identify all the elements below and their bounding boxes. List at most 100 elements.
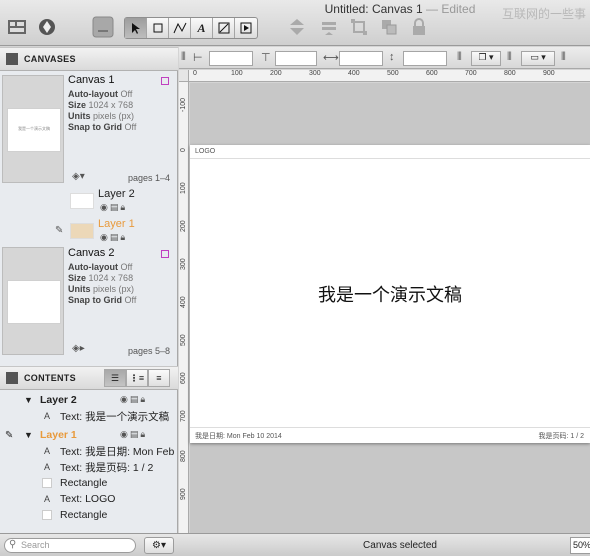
canvas-2-pin-icon[interactable] — [161, 250, 169, 258]
logo-text[interactable]: LOGO — [195, 148, 215, 155]
layer-1-visible-icon[interactable]: ◉ — [100, 232, 110, 242]
contents-header[interactable]: CONTENTS ☰ ⋮≡ ≡ — [0, 366, 178, 390]
layer-1-lock-icon[interactable]: 🔒︎ — [120, 232, 127, 242]
inspectors-icon[interactable] — [6, 16, 28, 38]
canvas-2-pages: pages 5–8 — [128, 346, 171, 356]
canvas-area[interactable]: LOGO 我是一个演示文稿 我是日期: Mon Feb 10 2014 我是页码… — [190, 83, 590, 533]
grip-icon: ⦀ — [457, 51, 462, 63]
list-item[interactable]: Rectangle — [0, 475, 178, 491]
layer-2-visible-icon[interactable]: ◉ — [100, 202, 110, 212]
disclosure-triangle-icon[interactable]: ▼ — [24, 395, 33, 405]
text-object-icon: A — [44, 462, 51, 472]
line-tool-icon[interactable] — [169, 18, 191, 38]
geometry-bar: ⦀ ⊢ ⊤ ⟷ ↕ ⦀ ❐ ▾ ⦀ ▭ ▾ ⦀ — [179, 47, 590, 69]
lock-object-icon[interactable] — [408, 16, 430, 38]
contents-layer-1-row[interactable]: ✎ ▼ Layer 1 ◉▤🔒︎ — [0, 427, 178, 443]
canvas-2-name[interactable]: Canvas 2 — [68, 247, 114, 259]
presentation-title[interactable]: 我是一个演示文稿 — [190, 281, 590, 307]
search-icon: ⚲ — [9, 539, 17, 550]
layers-expand-icon[interactable]: ◈▸ — [72, 343, 85, 354]
canvas-1-prop-size: Size 1024 x 768 — [68, 100, 134, 110]
list-item[interactable]: A Text: 我是页码: 1 / 2 — [0, 459, 178, 475]
bring-forward-icon[interactable] — [286, 16, 308, 38]
layer-2-print-icon[interactable]: ▤ — [110, 202, 121, 212]
zoom-field[interactable]: 50% — [570, 537, 590, 554]
selection-tool-icon[interactable] — [125, 18, 147, 38]
edited-indicator: — Edited — [422, 2, 476, 16]
layer-2-icons: ◉▤🔒︎ — [100, 202, 127, 213]
shadow-style-select[interactable]: ❐ ▾ — [471, 51, 501, 66]
canvas-2-prop-snap: Snap to Grid Off — [68, 295, 137, 305]
text-tool-icon[interactable]: A — [191, 18, 213, 38]
text-style-select[interactable]: ▭ ▾ — [521, 51, 555, 66]
canvas-2-prop-autolayout: Auto-layout Off — [68, 262, 133, 272]
style-well-icon[interactable] — [92, 16, 114, 38]
canvas-1-name[interactable]: Canvas 1 — [68, 74, 114, 86]
canvas-2-thumbnail[interactable] — [2, 247, 64, 355]
align-icon[interactable] — [348, 16, 370, 38]
x-position-icon: ⊢ — [193, 52, 203, 64]
disclosure-triangle-icon[interactable]: ▼ — [24, 430, 33, 440]
presentation-tool-icon[interactable] — [235, 18, 257, 38]
rectangle-object-icon — [42, 510, 52, 520]
contents-layer-2-row[interactable]: ▼ Layer 2 ◉▤🔒︎ — [0, 392, 178, 408]
footer-divider — [190, 427, 590, 428]
hierarchy-view-icon[interactable]: ⋮≡ — [126, 369, 148, 387]
height-icon: ↕ — [389, 51, 395, 63]
layer-1-name[interactable]: Layer 1 — [98, 218, 135, 230]
status-bar: Search ⚲ ⚙▾ Canvas selected 50% — [0, 533, 590, 556]
ruler-label: 500 — [180, 334, 187, 346]
ruler-label: 300 — [180, 258, 187, 270]
shape-tool-icon[interactable] — [147, 18, 169, 38]
canvases-header[interactable]: CANVASES — [0, 47, 178, 71]
ruler-label: -100 — [180, 97, 187, 112]
flat-view-icon[interactable]: ≡ — [148, 369, 170, 387]
y-field[interactable] — [275, 51, 317, 66]
ruler-corner — [179, 70, 189, 82]
layer-2-lock-icon[interactable]: 🔒︎ — [120, 202, 127, 212]
diagram-tool-icon[interactable] — [213, 18, 235, 38]
ruler-label: 600 — [180, 372, 187, 384]
canvas-1-pin-icon[interactable] — [161, 77, 169, 85]
contents-section-icon — [6, 372, 18, 384]
list-item[interactable]: A Text: 我是一个演示文稿 — [0, 408, 178, 424]
pencil-icon: ✎ — [5, 429, 14, 441]
ruler-label: 100 — [231, 70, 243, 77]
x-field[interactable] — [209, 51, 253, 66]
send-backward-icon[interactable] — [318, 16, 340, 38]
horizontal-ruler[interactable]: 0 100 200 300 400 500 600 700 800 900 — [189, 70, 590, 82]
group-icon[interactable] — [378, 16, 400, 38]
list-item[interactable]: Rectangle — [0, 507, 178, 523]
list-item[interactable]: A Text: 我是日期: Mon Feb — [0, 443, 178, 459]
text-object-icon: A — [44, 411, 51, 421]
text-object-icon: A — [44, 494, 51, 504]
search-input[interactable]: Search — [4, 538, 136, 553]
ruler-label: 400 — [348, 70, 360, 77]
layer-2-name[interactable]: Layer 2 — [98, 188, 135, 200]
width-icon: ⟷ — [323, 52, 339, 64]
ruler-label: 400 — [180, 296, 187, 308]
gear-icon[interactable]: ⚙▾ — [144, 537, 174, 554]
date-text[interactable]: 我是日期: Mon Feb 10 2014 — [195, 431, 282, 441]
canvas-1-preview: 我是一个演示文稿 — [7, 108, 61, 152]
list-view-icon[interactable]: ☰ — [104, 369, 126, 387]
pencil-icon: ✎ — [55, 225, 64, 236]
width-field[interactable] — [339, 51, 383, 66]
rectangle-object-icon — [42, 478, 52, 488]
document-title: Untitled: Canvas 1 — [324, 2, 423, 16]
canvas-1-preview-text: 我是一个演示文稿 — [18, 126, 50, 131]
layer-1-print-icon[interactable]: ▤ — [110, 232, 121, 242]
canvas-2-prop-size: Size 1024 x 768 — [68, 273, 134, 283]
list-item[interactable]: A Text: LOGO — [0, 491, 178, 507]
page-number-text[interactable]: 我是页码: 1 / 2 — [538, 431, 584, 441]
ruler-label: 500 — [387, 70, 399, 77]
vertical-ruler[interactable]: -100 0 100 200 300 400 500 600 700 800 9… — [179, 82, 189, 533]
layers-toggle-icon[interactable]: ◈▾ — [72, 171, 85, 182]
ruler-label: 0 — [193, 70, 197, 77]
page[interactable]: LOGO 我是一个演示文稿 我是日期: Mon Feb 10 2014 我是页码… — [190, 145, 590, 443]
height-field[interactable] — [403, 51, 447, 66]
canvas-1-thumbnail[interactable]: 我是一个演示文稿 — [2, 75, 64, 183]
ruler-label: 700 — [180, 410, 187, 422]
ruler-label: 800 — [180, 450, 187, 462]
stencils-icon[interactable] — [36, 16, 58, 38]
